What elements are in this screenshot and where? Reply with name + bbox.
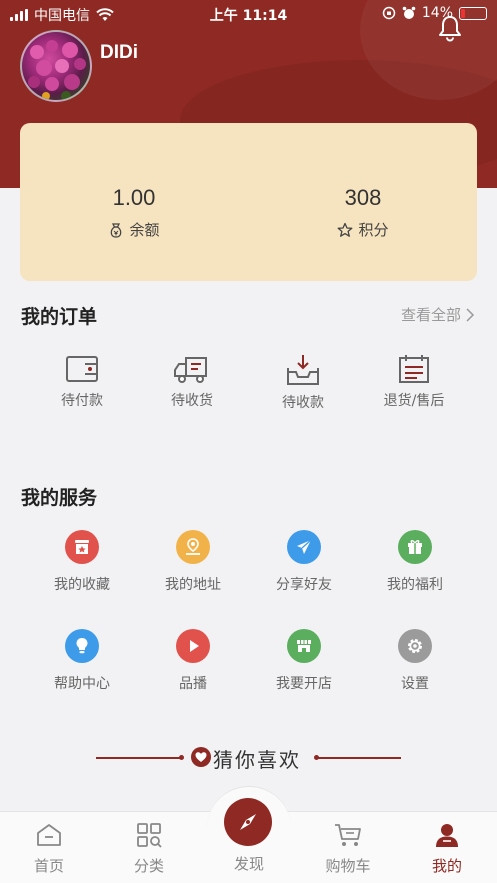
money-bag-icon (111, 222, 122, 238)
help-bulb-icon (65, 629, 99, 663)
view-all-label: 查看全部 (401, 306, 462, 324)
order-pending-receipt[interactable]: 待收货 (137, 352, 247, 410)
settings-gear-icon (398, 629, 432, 663)
service-settings[interactable]: 设置 (360, 629, 470, 693)
tab-home[interactable]: 首页 (9, 822, 89, 876)
balance-label: 余额 (129, 221, 160, 239)
inbox-icon (287, 355, 319, 385)
store-icon (287, 629, 321, 663)
wallet-card: 1.00 余额 308 积分 (20, 123, 477, 281)
tab-label: 购物车 (325, 857, 371, 875)
location-icon (176, 530, 210, 564)
truck-icon (174, 357, 207, 383)
view-all-orders-link[interactable]: 查看全部 (401, 304, 475, 325)
order-pending-payment[interactable]: 待付款 (27, 352, 137, 410)
order-label: 待付款 (61, 393, 103, 409)
recommend-header: 猜你喜欢 (96, 742, 401, 774)
order-label: 待收款 (282, 395, 324, 411)
tab-label: 分类 (133, 857, 164, 875)
category-grid-icon (137, 823, 162, 848)
service-help-center[interactable]: 帮助中心 (27, 629, 137, 693)
recommend-title: 猜你喜欢 (213, 748, 301, 772)
order-label: 待收货 (171, 393, 213, 409)
service-label: 我的福利 (387, 577, 443, 593)
service-address[interactable]: 我的地址 (138, 530, 248, 594)
tab-label: 首页 (33, 857, 64, 875)
play-icon (176, 629, 210, 663)
notification-bell-icon[interactable] (436, 14, 464, 42)
status-bar: 中国电信 上午 11:14 14% (0, 0, 497, 28)
receipt-icon (399, 355, 429, 383)
alarm-icon (402, 6, 416, 19)
gift-icon (398, 530, 432, 564)
points-item[interactable]: 308 积分 (283, 185, 443, 240)
service-label: 我要开店 (276, 676, 332, 692)
tab-discover[interactable]: 发现 (209, 850, 289, 874)
balance-item[interactable]: 1.00 余额 (54, 185, 214, 240)
points-value: 308 (344, 185, 382, 210)
wallet-icon (66, 356, 98, 382)
service-favorites[interactable]: 我的收藏 (27, 530, 137, 594)
service-label: 设置 (401, 676, 429, 692)
service-label: 品播 (179, 676, 207, 692)
service-label: 我的地址 (165, 577, 221, 593)
cart-icon (335, 824, 361, 846)
services-title: 我的服务 (21, 487, 98, 509)
service-share[interactable]: 分享好友 (249, 530, 359, 594)
service-label: 我的收藏 (54, 577, 110, 593)
tab-cart[interactable]: 购物车 (308, 822, 388, 876)
balance-value: 1.00 (112, 185, 156, 210)
tab-mine[interactable]: 我的 (407, 822, 487, 876)
tab-label: 我的 (431, 857, 462, 875)
service-label: 分享好友 (276, 577, 332, 593)
tab-category[interactable]: 分类 (109, 822, 189, 876)
points-label: 积分 (358, 221, 389, 239)
home-icon (37, 824, 61, 846)
order-pending-refund[interactable]: 待收款 (248, 352, 358, 412)
share-icon (287, 530, 321, 564)
service-open-store[interactable]: 我要开店 (249, 629, 359, 693)
heart-icon (191, 747, 211, 767)
avatar[interactable] (20, 30, 92, 102)
compass-icon (240, 814, 256, 830)
username[interactable]: DIDi (100, 42, 138, 64)
discover-button[interactable] (224, 798, 272, 846)
service-benefits[interactable]: 我的福利 (360, 530, 470, 594)
service-broadcast[interactable]: 品播 (138, 629, 248, 693)
order-label: 退货/售后 (383, 393, 445, 409)
chevron-right-icon (466, 307, 475, 322)
rotation-lock-icon (382, 6, 396, 20)
orders-title: 我的订单 (21, 306, 98, 328)
star-icon (338, 222, 353, 237)
tab-label: 发现 (233, 855, 264, 873)
favorites-icon (65, 530, 99, 564)
service-label: 帮助中心 (54, 676, 110, 692)
order-returns-aftersale[interactable]: 退货/售后 (359, 352, 469, 410)
user-icon (436, 824, 458, 847)
